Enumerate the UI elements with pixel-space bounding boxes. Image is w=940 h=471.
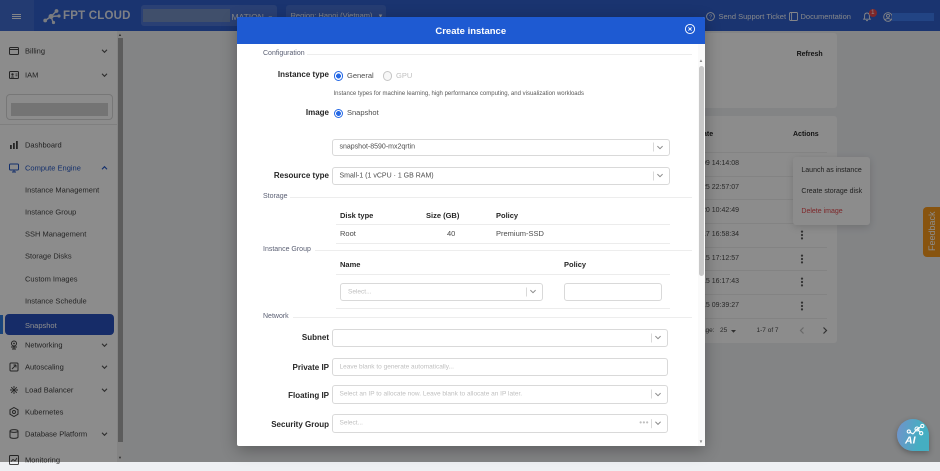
svg-text:AI: AI bbox=[904, 435, 917, 447]
